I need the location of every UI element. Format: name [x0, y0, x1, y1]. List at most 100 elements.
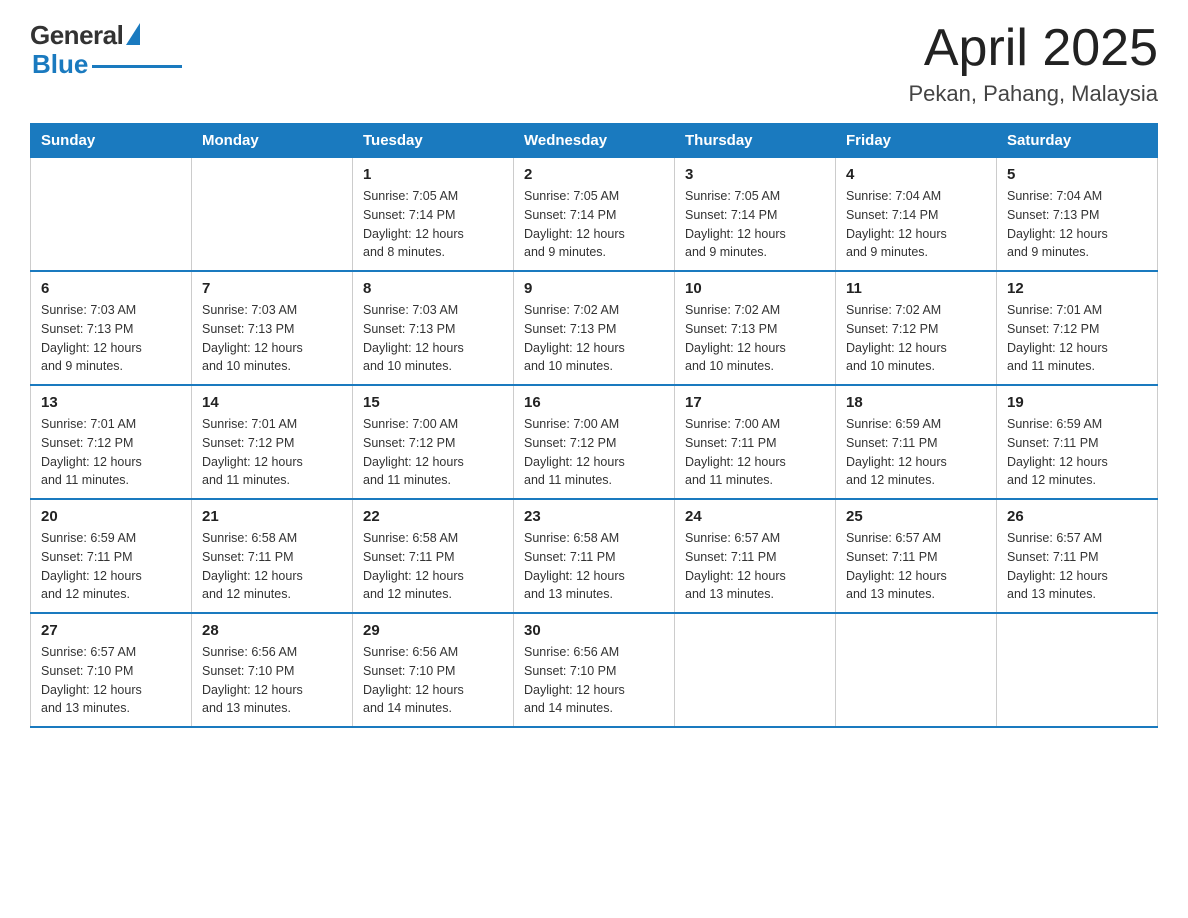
- day-info: Sunrise: 7:00 AMSunset: 7:11 PMDaylight:…: [685, 415, 825, 490]
- day-number: 19: [1007, 394, 1147, 411]
- calendar-cell: 25Sunrise: 6:57 AMSunset: 7:11 PMDayligh…: [836, 499, 997, 613]
- day-info: Sunrise: 7:05 AMSunset: 7:14 PMDaylight:…: [524, 187, 664, 262]
- calendar-cell: 8 Sunrise: 7:03 AMSunset: 7:13 PMDaylight…: [353, 271, 514, 385]
- title-block: April 2025 Pekan, Pahang, Malaysia: [909, 20, 1159, 107]
- week-row-4: 20 Sunrise: 6:59 AMSunset: 7:11 PMDayligh…: [31, 499, 1158, 613]
- calendar-cell: 22 Sunrise: 6:58 AMSunset: 7:11 PMDayligh…: [353, 499, 514, 613]
- day-number: 14: [202, 394, 342, 411]
- day-info: Sunrise: 6:59 AMSunset: 7:11 PMDaylight:…: [1007, 415, 1147, 490]
- day-info: Sunrise: 6:59 AMSunset: 7:11 PMDaylight:…: [846, 415, 986, 490]
- day-info: Sunrise: 7:01 AMSunset: 7:12 PMDaylight:…: [1007, 301, 1147, 376]
- calendar-cell: 1 Sunrise: 7:05 AMSunset: 7:14 PMDaylight…: [353, 158, 514, 272]
- header-cell-sunday: Sunday: [31, 124, 192, 158]
- header-cell-saturday: Saturday: [997, 124, 1158, 158]
- logo: General Blue: [30, 20, 182, 80]
- calendar-cell: 13 Sunrise: 7:01 AMSunset: 7:12 PMDayligh…: [31, 385, 192, 499]
- day-number: 4: [846, 166, 986, 183]
- day-number: 30: [524, 622, 664, 639]
- calendar-cell: 15 Sunrise: 7:00 AMSunset: 7:12 PMDayligh…: [353, 385, 514, 499]
- day-info: Sunrise: 6:57 AMSunset: 7:11 PMDaylight:…: [846, 529, 986, 604]
- day-number: 5: [1007, 166, 1147, 183]
- calendar-header: SundayMondayTuesdayWednesdayThursdayFrid…: [31, 124, 1158, 158]
- calendar-cell: 23 Sunrise: 6:58 AMSunset: 7:11 PMDayligh…: [514, 499, 675, 613]
- day-number: 29: [363, 622, 503, 639]
- day-number: 23: [524, 508, 664, 525]
- day-number: 15: [363, 394, 503, 411]
- day-number: 17: [685, 394, 825, 411]
- calendar-cell: 12 Sunrise: 7:01 AMSunset: 7:12 PMDayligh…: [997, 271, 1158, 385]
- calendar-cell: 16Sunrise: 7:00 AMSunset: 7:12 PMDayligh…: [514, 385, 675, 499]
- day-number: 27: [41, 622, 181, 639]
- day-info: Sunrise: 7:05 AMSunset: 7:14 PMDaylight:…: [363, 187, 503, 262]
- calendar-cell: 28 Sunrise: 6:56 AMSunset: 7:10 PMDayligh…: [192, 613, 353, 727]
- header-cell-wednesday: Wednesday: [514, 124, 675, 158]
- day-info: Sunrise: 6:58 AMSunset: 7:11 PMDaylight:…: [524, 529, 664, 604]
- day-info: Sunrise: 7:05 AMSunset: 7:14 PMDaylight:…: [685, 187, 825, 262]
- day-info: Sunrise: 7:02 AMSunset: 7:13 PMDaylight:…: [524, 301, 664, 376]
- calendar-cell: [31, 158, 192, 272]
- day-number: 20: [41, 508, 181, 525]
- calendar-cell: 5 Sunrise: 7:04 AMSunset: 7:13 PMDaylight…: [997, 158, 1158, 272]
- day-info: Sunrise: 7:04 AMSunset: 7:14 PMDaylight:…: [846, 187, 986, 262]
- calendar-cell: [192, 158, 353, 272]
- calendar-table: SundayMondayTuesdayWednesdayThursdayFrid…: [30, 123, 1158, 728]
- calendar-cell: 17 Sunrise: 7:00 AMSunset: 7:11 PMDayligh…: [675, 385, 836, 499]
- day-info: Sunrise: 6:57 AMSunset: 7:10 PMDaylight:…: [41, 643, 181, 718]
- week-row-1: 1 Sunrise: 7:05 AMSunset: 7:14 PMDaylight…: [31, 158, 1158, 272]
- calendar-cell: 18Sunrise: 6:59 AMSunset: 7:11 PMDayligh…: [836, 385, 997, 499]
- calendar-cell: 2 Sunrise: 7:05 AMSunset: 7:14 PMDaylight…: [514, 158, 675, 272]
- day-info: Sunrise: 7:00 AMSunset: 7:12 PMDaylight:…: [524, 415, 664, 490]
- calendar-cell: 27 Sunrise: 6:57 AMSunset: 7:10 PMDayligh…: [31, 613, 192, 727]
- calendar-cell: 10Sunrise: 7:02 AMSunset: 7:13 PMDayligh…: [675, 271, 836, 385]
- day-number: 2: [524, 166, 664, 183]
- day-number: 26: [1007, 508, 1147, 525]
- logo-blue-text: Blue: [32, 49, 88, 80]
- calendar-cell: 19 Sunrise: 6:59 AMSunset: 7:11 PMDayligh…: [997, 385, 1158, 499]
- calendar-cell: 30 Sunrise: 6:56 AMSunset: 7:10 PMDayligh…: [514, 613, 675, 727]
- calendar-cell: 4 Sunrise: 7:04 AMSunset: 7:14 PMDaylight…: [836, 158, 997, 272]
- day-info: Sunrise: 7:01 AMSunset: 7:12 PMDaylight:…: [202, 415, 342, 490]
- calendar-cell: 9 Sunrise: 7:02 AMSunset: 7:13 PMDaylight…: [514, 271, 675, 385]
- day-number: 12: [1007, 280, 1147, 297]
- page-header: General Blue April 2025 Pekan, Pahang, M…: [30, 20, 1158, 107]
- page-title: April 2025: [909, 20, 1159, 77]
- day-number: 22: [363, 508, 503, 525]
- header-cell-tuesday: Tuesday: [353, 124, 514, 158]
- day-info: Sunrise: 7:03 AMSunset: 7:13 PMDaylight:…: [363, 301, 503, 376]
- day-number: 10: [685, 280, 825, 297]
- day-info: Sunrise: 7:03 AMSunset: 7:13 PMDaylight:…: [41, 301, 181, 376]
- day-info: Sunrise: 7:04 AMSunset: 7:13 PMDaylight:…: [1007, 187, 1147, 262]
- day-number: 21: [202, 508, 342, 525]
- day-info: Sunrise: 6:58 AMSunset: 7:11 PMDaylight:…: [363, 529, 503, 604]
- calendar-cell: 20 Sunrise: 6:59 AMSunset: 7:11 PMDayligh…: [31, 499, 192, 613]
- week-row-5: 27 Sunrise: 6:57 AMSunset: 7:10 PMDayligh…: [31, 613, 1158, 727]
- day-info: Sunrise: 6:57 AMSunset: 7:11 PMDaylight:…: [1007, 529, 1147, 604]
- day-number: 7: [202, 280, 342, 297]
- day-number: 13: [41, 394, 181, 411]
- calendar-cell: 7Sunrise: 7:03 AMSunset: 7:13 PMDaylight…: [192, 271, 353, 385]
- logo-triangle-icon: [126, 23, 140, 45]
- calendar-cell: [836, 613, 997, 727]
- week-row-3: 13 Sunrise: 7:01 AMSunset: 7:12 PMDayligh…: [31, 385, 1158, 499]
- day-info: Sunrise: 7:01 AMSunset: 7:12 PMDaylight:…: [41, 415, 181, 490]
- day-number: 11: [846, 280, 986, 297]
- day-info: Sunrise: 6:56 AMSunset: 7:10 PMDaylight:…: [202, 643, 342, 718]
- calendar-cell: [675, 613, 836, 727]
- calendar-cell: [997, 613, 1158, 727]
- day-number: 8: [363, 280, 503, 297]
- day-info: Sunrise: 6:59 AMSunset: 7:11 PMDaylight:…: [41, 529, 181, 604]
- calendar-cell: 14 Sunrise: 7:01 AMSunset: 7:12 PMDayligh…: [192, 385, 353, 499]
- day-number: 1: [363, 166, 503, 183]
- day-info: Sunrise: 6:56 AMSunset: 7:10 PMDaylight:…: [363, 643, 503, 718]
- header-cell-friday: Friday: [836, 124, 997, 158]
- header-cell-monday: Monday: [192, 124, 353, 158]
- day-info: Sunrise: 6:58 AMSunset: 7:11 PMDaylight:…: [202, 529, 342, 604]
- day-info: Sunrise: 6:56 AMSunset: 7:10 PMDaylight:…: [524, 643, 664, 718]
- day-info: Sunrise: 7:00 AMSunset: 7:12 PMDaylight:…: [363, 415, 503, 490]
- calendar-cell: 11Sunrise: 7:02 AMSunset: 7:12 PMDayligh…: [836, 271, 997, 385]
- day-number: 3: [685, 166, 825, 183]
- day-number: 28: [202, 622, 342, 639]
- calendar-body: 1 Sunrise: 7:05 AMSunset: 7:14 PMDaylight…: [31, 158, 1158, 728]
- logo-general-text: General: [30, 20, 123, 51]
- day-number: 9: [524, 280, 664, 297]
